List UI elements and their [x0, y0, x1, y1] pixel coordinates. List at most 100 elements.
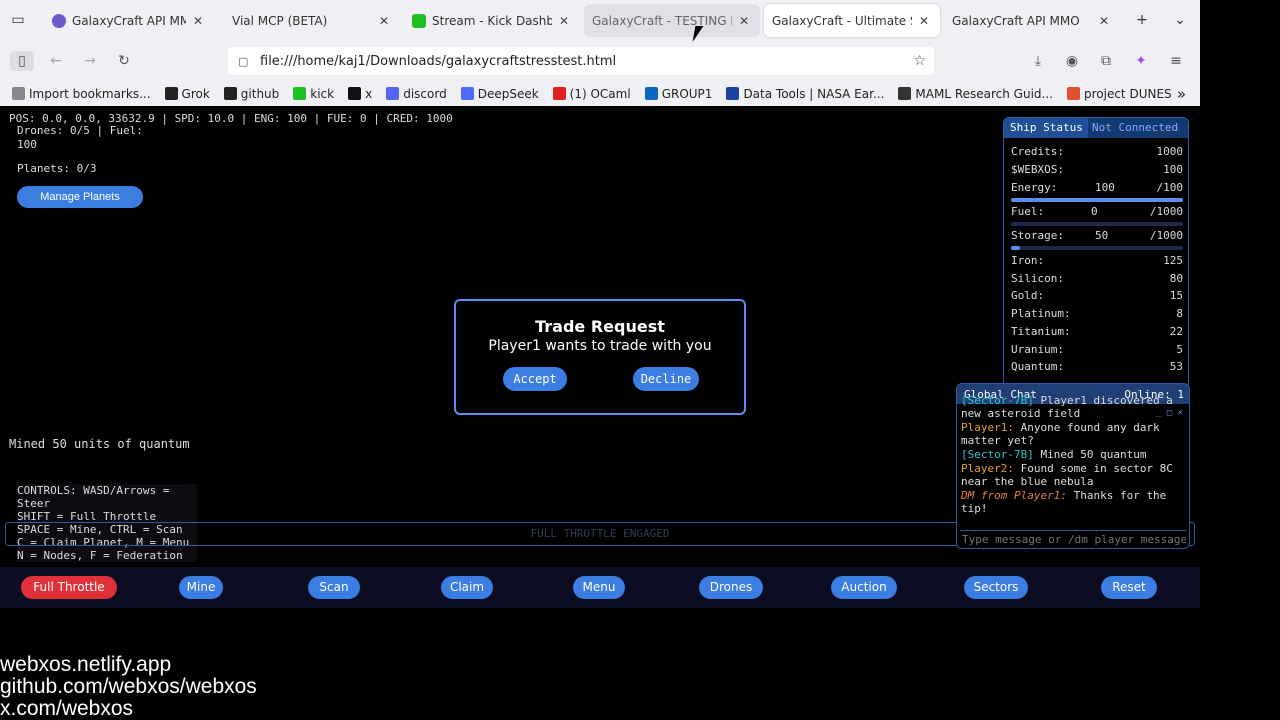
toolbar-button-claim[interactable]: Claim [441, 576, 493, 599]
bookmarks-overflow-icon[interactable]: » [1177, 85, 1186, 103]
toolbar-button-menu[interactable]: Menu [573, 576, 625, 599]
menu-icon[interactable]: ≡ [1164, 51, 1188, 71]
bookmark-7[interactable]: (1) OCaml [552, 87, 631, 101]
bookmark-label: GROUP1 [661, 86, 713, 101]
hud-drones: Drones: 0/5 | Fuel: 100 [17, 124, 143, 151]
chat-text: Mined 50 quantum [1033, 448, 1147, 461]
energy-row: Energy: 100 /100 [1011, 181, 1183, 195]
new-tab-icon[interactable]: + [1133, 11, 1151, 29]
resource-value: 53 [1169, 360, 1183, 374]
resource-name: Platinum: [1011, 307, 1071, 321]
game-viewport[interactable]: POS: 0.0, 0.0, 33632.9 | SPD: 10.0 | ENG… [0, 106, 1200, 608]
bookmark-1[interactable]: Grok [164, 87, 210, 101]
tab-overview-icon[interactable]: ▭ [9, 11, 27, 29]
bookmark-10[interactable]: MAML Research Guid... [898, 87, 1053, 101]
connection-status: Not Connected [1088, 118, 1188, 138]
toolbar-button-mine[interactable]: Mine [179, 576, 223, 599]
github-icon [223, 87, 237, 100]
resource-name: Quantum: [1011, 360, 1064, 374]
chat-input[interactable] [960, 530, 1186, 547]
resource-name: Titanium: [1011, 324, 1071, 338]
back-icon[interactable]: ← [44, 51, 68, 71]
toolbar-button-reset[interactable]: Reset [1101, 576, 1157, 599]
bookmark-star-icon[interactable]: ☆ [913, 53, 926, 69]
tab-1[interactable]: Vial MCP (BETA) ✕ [224, 4, 400, 37]
webxos-row: $WEBXOS: 100 [1011, 163, 1183, 177]
bookmark-3[interactable]: kick [293, 87, 334, 101]
bookmark-4[interactable]: x [348, 87, 372, 101]
chat-sender: Player1: [961, 421, 1014, 434]
extensions-icon[interactable]: ⧉ [1094, 51, 1118, 71]
row-max: /1000 [1149, 205, 1183, 218]
row-label: Energy: [1011, 181, 1058, 194]
close-icon[interactable]: ✕ [376, 14, 392, 28]
resource-name: Gold: [1011, 289, 1045, 303]
bookmark-2[interactable]: github [223, 87, 279, 101]
tab-bar: ▭ GalaxyCraft API MMO ( ✕ Vial MCP (BETA… [0, 0, 1200, 41]
star-icon [1066, 87, 1080, 100]
toolbar-button-drones[interactable]: Drones [699, 576, 763, 599]
dialog-message: Player1 wants to trade with you [488, 338, 712, 354]
tab-5[interactable]: GalaxyCraft API MMO ✕ [944, 4, 1120, 37]
energy-bar-fill [1011, 198, 1183, 202]
bookmark-8[interactable]: GROUP1 [644, 86, 713, 101]
credit-line: x.com/webxos [0, 697, 134, 720]
chat-message: [Sector-7B] Player1 discovered a new ast… [961, 394, 1187, 420]
bookmark-11[interactable]: project DUNES [1066, 87, 1172, 101]
accept-button[interactable]: Accept [503, 367, 567, 391]
bookmark-9[interactable]: Data Tools | NASA Ear... [726, 87, 884, 101]
close-icon[interactable]: ✕ [1096, 14, 1112, 28]
bookmark-5[interactable]: discord [386, 86, 447, 101]
tab-4[interactable]: GalaxyCraft - Ultimate Spa ✕ [764, 4, 940, 37]
chat-sender: DM from Player1: [961, 489, 1067, 502]
controls-line: N = Nodes, F = Federation [17, 549, 183, 562]
toolbar-button-sectors[interactable]: Sectors [964, 576, 1028, 599]
trade-request-dialog: Trade Request Player1 wants to trade wit… [454, 299, 746, 415]
url-bar[interactable]: ▢ file:///home/kaj1/Downloads/galaxycraf… [228, 47, 934, 75]
action-toolbar: Full Throttle Mine Scan Claim Menu Drones Auct… [0, 567, 1200, 608]
doc-icon [898, 87, 912, 100]
copilot-icon[interactable]: ✦ [1129, 51, 1153, 71]
download-icon[interactable]: ⤓ [1026, 51, 1050, 71]
row-max: /100 [1156, 181, 1184, 194]
kick-favicon-icon [412, 13, 426, 28]
row-label: $WEBXOS: [1011, 163, 1064, 176]
tab-title: GalaxyCraft API MMO [952, 13, 1080, 28]
close-icon[interactable]: ✕ [556, 14, 572, 28]
resource-value: 15 [1169, 289, 1183, 303]
toolbar-button-auction[interactable]: Auction [831, 576, 897, 599]
ship-status-panel: Ship Status Not Connected Credits: 1000 … [1003, 117, 1189, 395]
chat-sender: [Sector-7B] [961, 448, 1034, 461]
account-icon[interactable]: ◉ [1060, 51, 1084, 71]
resource-name: Uranium: [1011, 342, 1064, 356]
sidebar-icon[interactable]: ▯ [10, 51, 34, 71]
panel-title: Ship Status [1004, 118, 1088, 138]
tab-2[interactable]: Stream - Kick Dashboar ✕ [404, 4, 580, 37]
bookmark-label: discord [403, 86, 447, 101]
forward-icon[interactable]: → [78, 51, 102, 71]
reload-icon[interactable]: ↻ [112, 51, 136, 71]
bookmark-6[interactable]: DeepSeek [460, 87, 539, 101]
close-icon[interactable]: ✕ [916, 14, 932, 28]
toolbar-button-full-throttle[interactable]: Full Throttle [21, 576, 117, 599]
row-max: /1000 [1149, 229, 1183, 242]
row-value: 50 [1095, 229, 1109, 242]
storage-bar-fill [1011, 246, 1020, 250]
chat-messages: [Sector-7B] Player1 discovered a new ast… [961, 394, 1187, 516]
resource-row: Gold: 15 [1011, 289, 1183, 303]
chat-sender: [Sector-7B] [961, 394, 1034, 407]
resource-row: Quantum: 53 [1011, 360, 1183, 374]
tab-0[interactable]: GalaxyCraft API MMO ( ✕ [44, 4, 214, 37]
bookmark-0[interactable]: Import bookmarks... [12, 87, 151, 101]
chevron-down-icon[interactable]: ⌄ [1171, 11, 1189, 29]
close-icon[interactable]: ✕ [190, 14, 206, 28]
manage-planets-button[interactable]: Manage Planets [17, 186, 143, 208]
toolbar-button-scan[interactable]: Scan [308, 576, 360, 599]
resource-row: Iron: 125 [1011, 254, 1183, 268]
resource-value: 5 [1176, 342, 1183, 356]
resource-value: 80 [1169, 271, 1183, 285]
close-icon[interactable]: ✕ [736, 14, 752, 28]
decline-button[interactable]: Decline [633, 367, 699, 391]
tab-3[interactable]: GalaxyCraft - TESTING M ✕ [584, 4, 760, 37]
credit-line: webxos.netlify.app [0, 653, 172, 676]
